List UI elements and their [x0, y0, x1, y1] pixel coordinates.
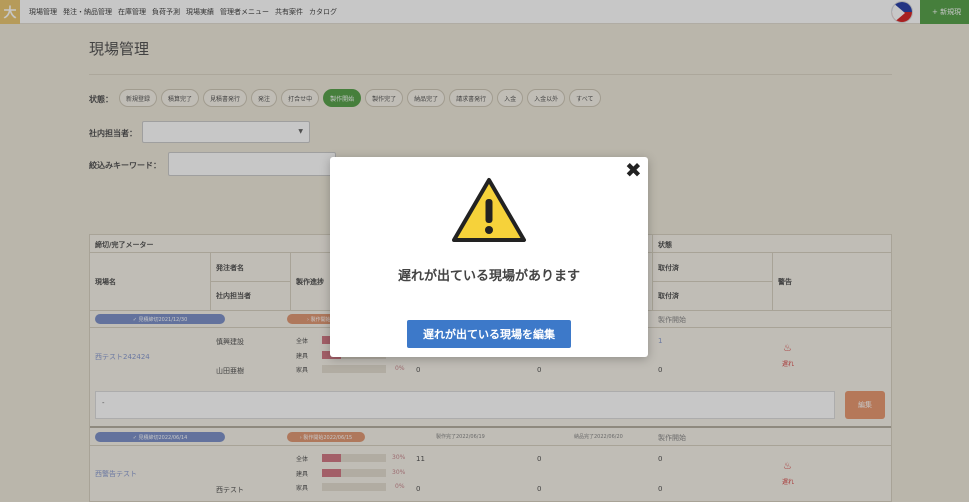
delay-alert-modal: ✖ 遅れが出ている現場があります 遅れが出ている現場を編集 — [330, 157, 648, 357]
warning-triangle-icon — [452, 178, 526, 242]
edit-delayed-sites-button[interactable]: 遅れが出ている現場を編集 — [407, 320, 571, 348]
close-icon[interactable]: ✖ — [625, 159, 642, 181]
modal-message: 遅れが出ている現場があります — [397, 269, 580, 284]
